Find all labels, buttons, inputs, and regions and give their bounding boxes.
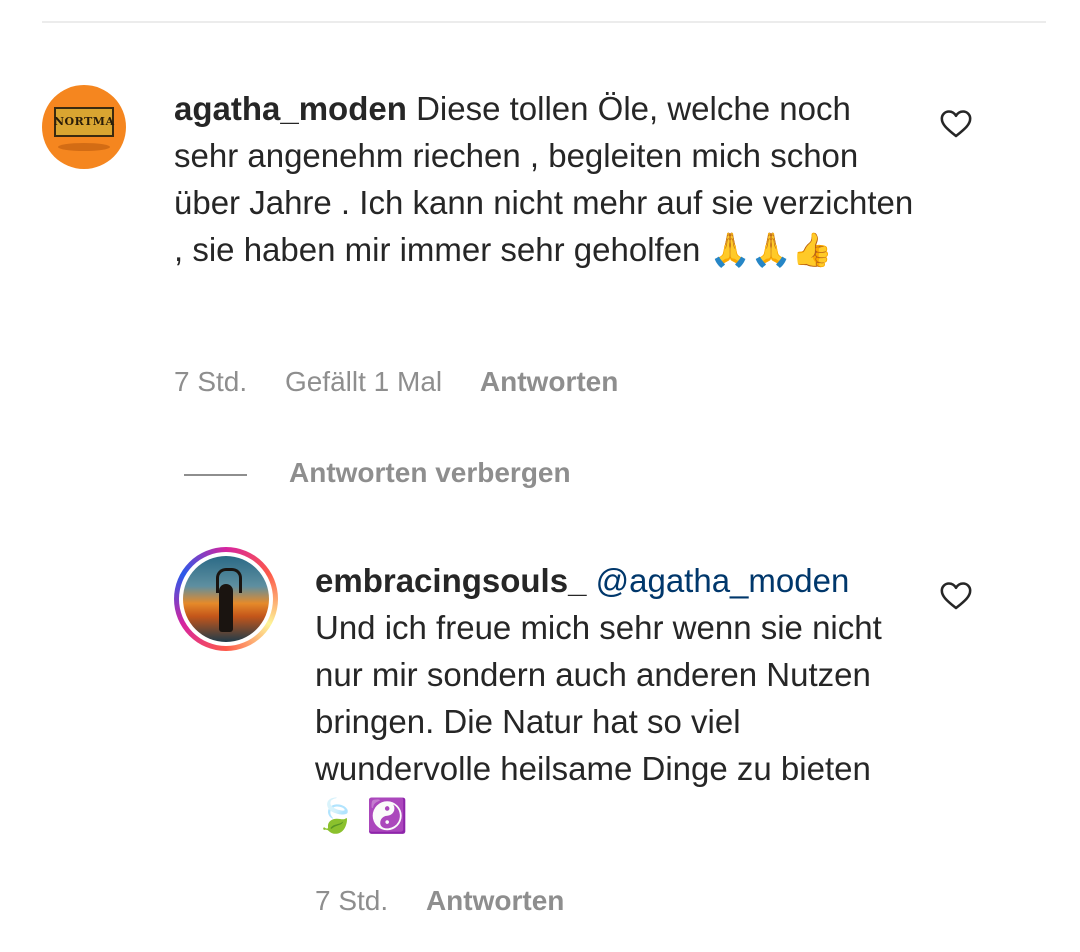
comment-time: 7 Std. [174, 366, 248, 397]
comment-username[interactable]: embracingsouls_ [315, 562, 586, 599]
comment-body: embracingsouls_ @agatha_moden Und ich fr… [315, 557, 915, 839]
avatar[interactable]: NORTMA [42, 85, 126, 169]
reply-button[interactable]: Antworten [480, 366, 618, 397]
replies-toggle-line [184, 474, 247, 476]
comment-mention[interactable]: @agatha_moden [596, 562, 850, 599]
comment-meta: 7 Std. Gefällt 1 Mal Antworten [174, 366, 648, 398]
hide-replies-button[interactable]: Antworten verbergen [289, 457, 571, 489]
avatar-story-ring[interactable] [174, 547, 278, 651]
top-divider [42, 21, 1046, 23]
comment-time: 7 Std. [315, 885, 389, 916]
heart-outline-icon[interactable] [939, 107, 973, 141]
avatar-logo: NORTMA [54, 107, 114, 137]
comment-text: Und ich freue mich sehr wenn sie nicht n… [315, 609, 882, 787]
avatar-logo-text: NORTMA [54, 115, 115, 128]
reply-button[interactable]: Antworten [426, 885, 564, 916]
comment-emojis: 🍃 ☯️ [315, 796, 408, 835]
comment-likes[interactable]: Gefällt 1 Mal [285, 366, 442, 397]
comment-meta: 7 Std. Antworten [315, 885, 594, 917]
avatar [183, 556, 269, 642]
comment-username[interactable]: agatha_moden [174, 90, 407, 127]
comment-emojis: 🙏🙏👍 [709, 230, 833, 269]
heart-outline-icon[interactable] [939, 579, 973, 613]
comment-body: agatha_moden Diese tollen Öle, welche no… [174, 85, 914, 273]
